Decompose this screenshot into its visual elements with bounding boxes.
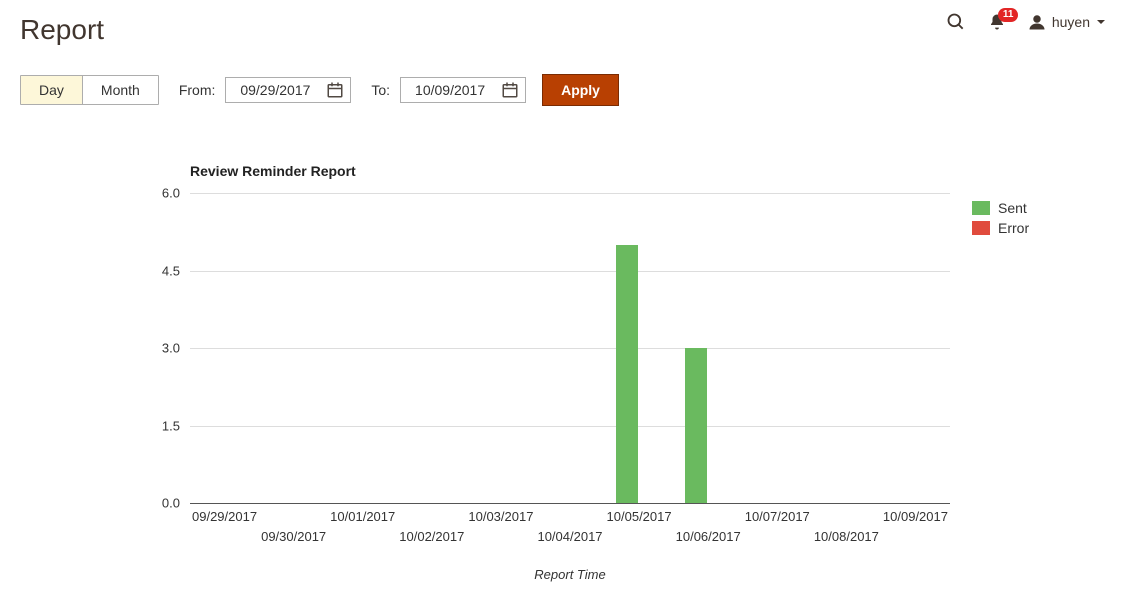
- chart-xlabel: Report Time: [190, 567, 950, 582]
- chart-xtick: 10/08/2017: [814, 503, 879, 544]
- user-menu[interactable]: huyen: [1028, 13, 1106, 31]
- legend-item[interactable]: Error: [972, 220, 1029, 236]
- legend-label: Error: [998, 220, 1029, 236]
- chart-xtick: 09/29/2017: [192, 503, 257, 524]
- granularity-segment: Day Month: [20, 75, 159, 105]
- to-date-field[interactable]: [400, 77, 526, 103]
- chart-xtick: 10/07/2017: [745, 503, 810, 524]
- legend-swatch: [972, 201, 990, 215]
- chart-xtick: 09/30/2017: [261, 503, 326, 544]
- chart-bar: [685, 348, 707, 503]
- chart-title: Review Reminder Report: [190, 163, 356, 179]
- chart-bar: [616, 245, 638, 503]
- calendar-icon[interactable]: [326, 81, 344, 99]
- to-label: To:: [371, 82, 390, 98]
- search-icon[interactable]: [946, 12, 966, 32]
- chart-ytick: 3.0: [162, 341, 190, 356]
- notification-bell-icon[interactable]: 11: [988, 12, 1006, 32]
- legend-swatch: [972, 221, 990, 235]
- chart-gridline: [190, 271, 950, 272]
- chart-ytick: 4.5: [162, 263, 190, 278]
- legend-item[interactable]: Sent: [972, 200, 1029, 216]
- chart-ytick: 0.0: [162, 496, 190, 511]
- chart-container: Review Reminder Report 0.01.53.04.56.009…: [120, 155, 1100, 595]
- chart-xtick: 10/04/2017: [537, 503, 602, 544]
- segment-month[interactable]: Month: [82, 76, 158, 104]
- chart-xtick: 10/03/2017: [468, 503, 533, 524]
- apply-button[interactable]: Apply: [542, 74, 619, 106]
- segment-day[interactable]: Day: [21, 76, 82, 104]
- from-date-field[interactable]: [225, 77, 351, 103]
- user-icon: [1028, 13, 1046, 31]
- chart-gridline: [190, 348, 950, 349]
- legend-label: Sent: [998, 200, 1027, 216]
- chart-gridline: [190, 426, 950, 427]
- page-title: Report: [20, 14, 104, 46]
- chart-plot: 0.01.53.04.56.009/29/201709/30/201710/01…: [190, 193, 950, 503]
- chart-legend: Sent Error: [972, 200, 1029, 240]
- from-label: From:: [179, 82, 216, 98]
- chart-xtick: 10/09/2017: [883, 503, 948, 524]
- to-date-input[interactable]: [407, 81, 493, 99]
- chart-gridline: [190, 193, 950, 194]
- username-label: huyen: [1052, 14, 1090, 30]
- chart-xtick: 10/06/2017: [676, 503, 741, 544]
- chart-xtick: 10/01/2017: [330, 503, 395, 524]
- chart-xtick: 10/02/2017: [399, 503, 464, 544]
- calendar-icon[interactable]: [501, 81, 519, 99]
- chevron-down-icon: [1096, 17, 1106, 27]
- chart-ytick: 1.5: [162, 418, 190, 433]
- chart-xtick: 10/05/2017: [607, 503, 672, 524]
- notification-count-badge: 11: [998, 8, 1019, 22]
- chart-ytick: 6.0: [162, 186, 190, 201]
- from-date-input[interactable]: [232, 81, 318, 99]
